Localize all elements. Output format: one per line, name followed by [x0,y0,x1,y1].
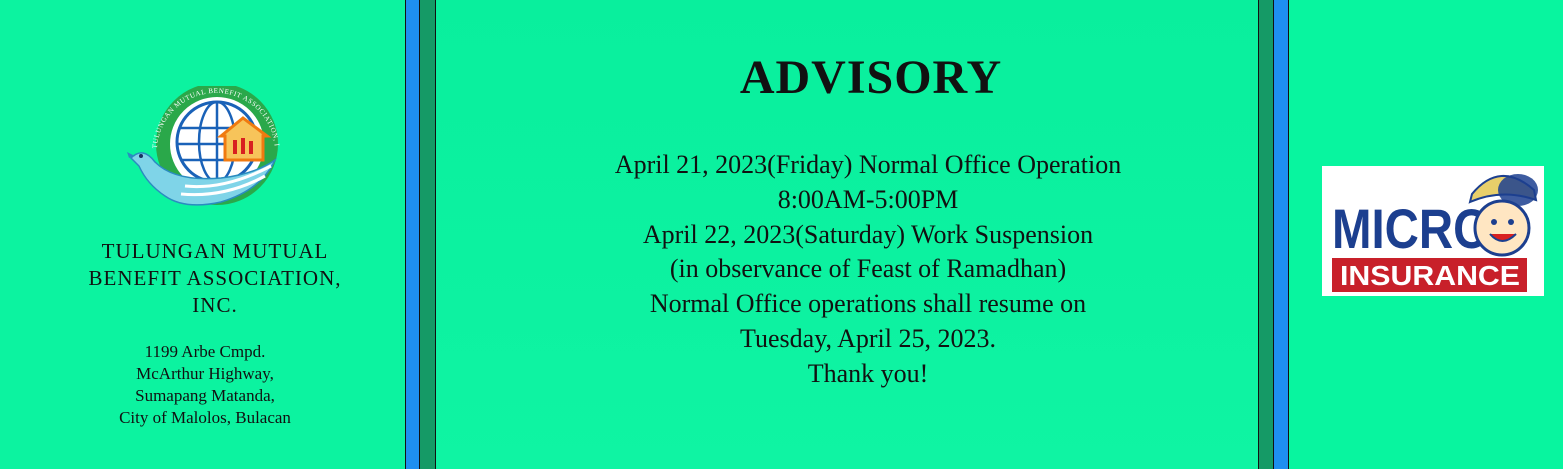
globe-dove-house-logo-icon: TULUNGAN MUTUAL BENEFIT ASSOCIATION, INC… [122,80,280,206]
micro-insurance-logo-art: MICRO INSURANCE [1332,174,1538,292]
organization-name-line: TULUNGAN MUTUAL [101,239,329,263]
insurance-word: INSURANCE [1340,260,1520,291]
advisory-line: Thank you! [807,358,929,388]
advisory-line: April 22, 2023(Saturday) Work Suspension [642,219,1094,249]
advisory-title: ADVISORY [739,51,1003,104]
smiling-boy-face-icon [1468,174,1538,257]
organization-address: 1199 Arbe Cmpd. McArthur Highway, Sumapa… [60,341,350,429]
organization-name: TULUNGAN MUTUAL BENEFIT ASSOCIATION, INC… [40,238,390,319]
address-line: 1199 Arbe Cmpd. [144,342,266,361]
advisory-line: Tuesday, April 25, 2023. [740,323,996,353]
organization-name-line: BENEFIT ASSOCIATION, [88,266,342,290]
advisory-body: April 21, 2023(Friday) Normal Office Ope… [436,148,1300,392]
address-line: City of Malolos, Bulacan [119,408,291,427]
advisory-line: Normal Office operations shall resume on [649,289,1087,319]
left-blue-stripe [405,0,420,469]
address-line: Sumapang Matanda, [135,386,275,405]
micro-word: MICRO [1332,197,1490,260]
advisory-line: (in observance of Feast of Ramadhan) [669,254,1067,284]
advisory-line: 8:00AM-5:00PM [777,184,959,214]
micro-insurance-logo: MICRO INSURANCE [1322,166,1544,296]
organization-name-line: INC. [192,293,238,317]
advisory-line: April 21, 2023(Friday) Normal Office Ope… [614,150,1122,179]
tmba-logo: TULUNGAN MUTUAL BENEFIT ASSOCIATION, INC… [122,80,285,226]
address-line: McArthur Highway, [136,364,274,383]
left-green-stripe [419,0,436,469]
